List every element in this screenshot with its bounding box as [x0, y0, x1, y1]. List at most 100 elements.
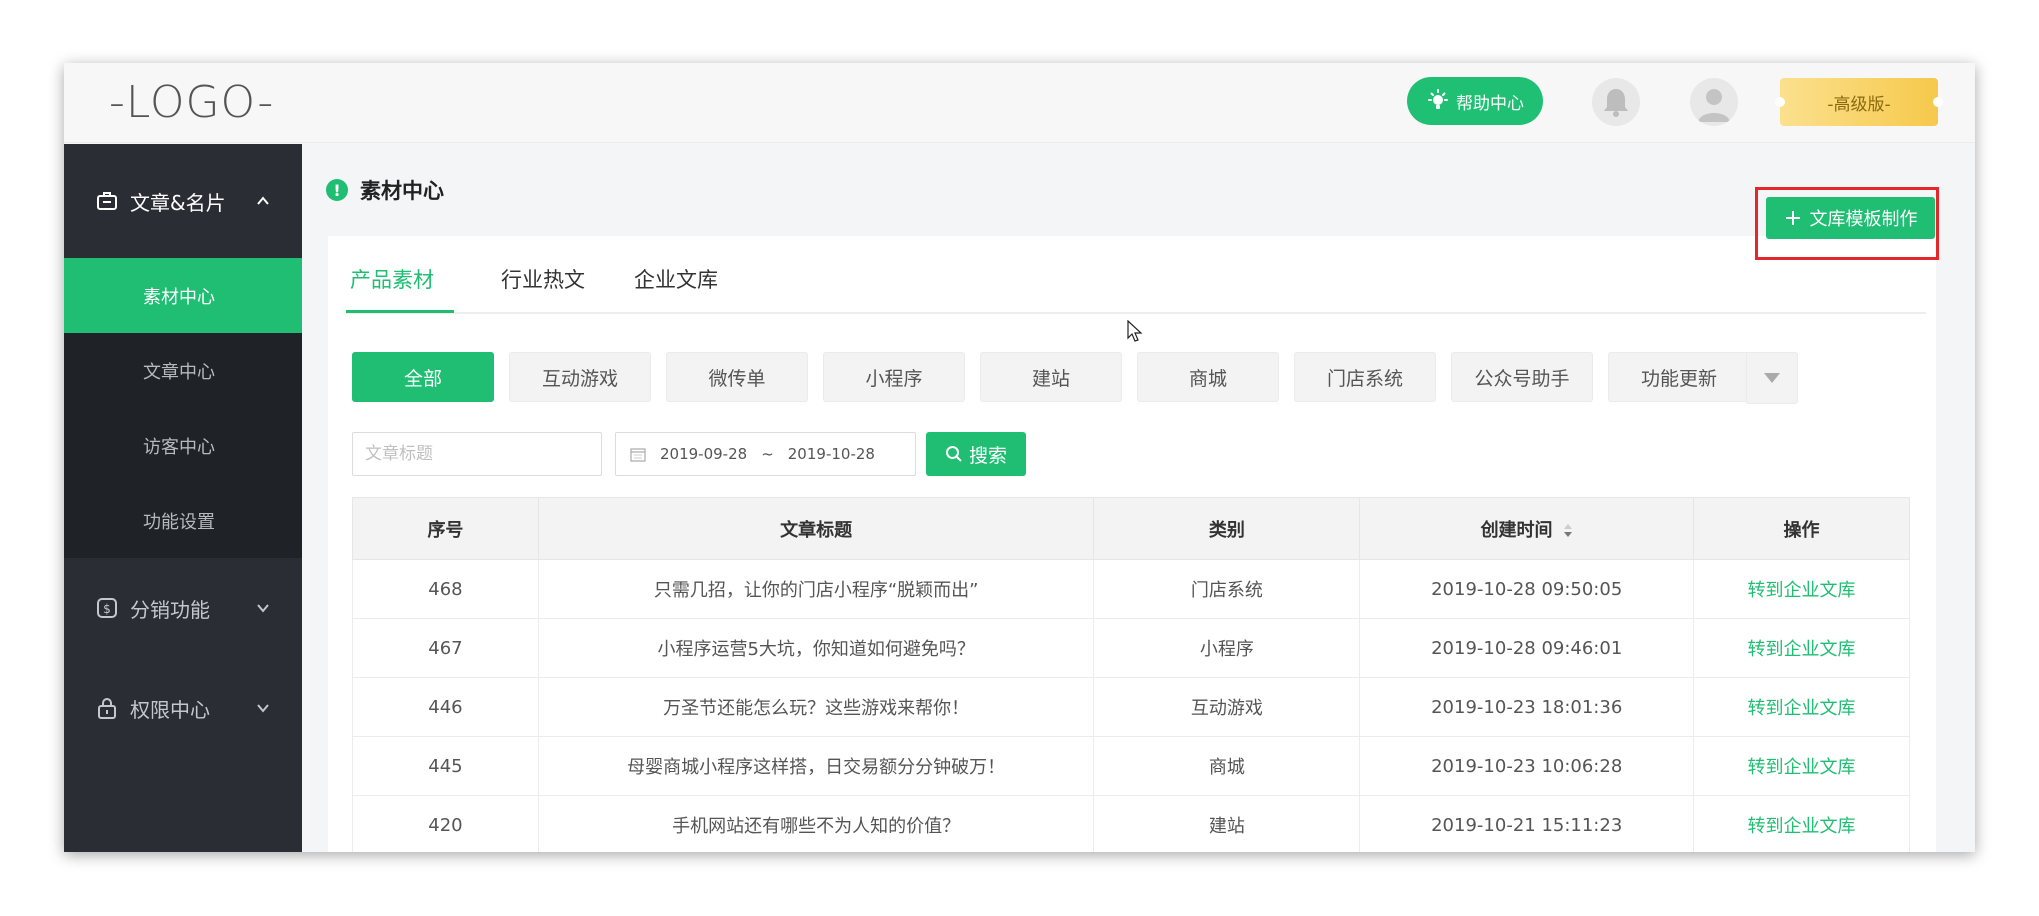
premium-label: -高级版- — [1827, 94, 1891, 115]
category-store-system[interactable]: 门店系统 — [1294, 352, 1436, 402]
table-header-row: 序号 文章标题 类别 创建时间 操作 — [352, 497, 1910, 560]
app-window: -LOGO- 帮助中心 -高级版- 文章&名片 素材中心 文章中心 访客中心 功… — [64, 63, 1975, 852]
help-center-label: 帮助中心 — [1456, 93, 1524, 114]
article-table: 序号 文章标题 类别 创建时间 操作 468 只需几招，让你的门店小程序“脱颖而… — [352, 497, 1910, 852]
cell-id: 420 — [352, 795, 539, 852]
move-to-library-link[interactable]: 转到企业文库 — [1693, 618, 1910, 678]
sidebar-group-label: 分销功能 — [130, 597, 210, 622]
column-header-id: 序号 — [352, 497, 539, 560]
cell-category: 门店系统 — [1093, 559, 1361, 619]
search-button-label: 搜索 — [968, 444, 1007, 467]
move-to-library-link[interactable]: 转到企业文库 — [1693, 736, 1910, 796]
help-center-button[interactable]: 帮助中心 — [1407, 77, 1543, 125]
category-mini-program[interactable]: 小程序 — [823, 352, 965, 402]
date-separator: ~ — [761, 445, 774, 463]
cell-category: 互动游戏 — [1093, 677, 1361, 737]
coin-icon: $ — [97, 598, 117, 618]
sidebar-group-articles[interactable]: 文章&名片 — [64, 144, 302, 258]
triangle-down-icon — [1764, 373, 1780, 383]
tab-bar: 产品素材 行业热文 企业文库 — [346, 236, 1926, 314]
move-to-library-link[interactable]: 转到企业文库 — [1693, 559, 1910, 619]
bell-icon — [1604, 89, 1628, 117]
cell-title: 只需几招，让你的门店小程序“脱颖而出” — [537, 559, 1095, 619]
cell-created: 2019-10-21 15:11:23 — [1359, 795, 1695, 852]
notification-button[interactable] — [1592, 78, 1640, 126]
sidebar-item-visitor-center[interactable]: 访客中心 — [64, 408, 302, 483]
chevron-down-icon — [257, 704, 269, 713]
cell-created: 2019-10-28 09:46:01 — [1359, 618, 1695, 678]
lock-icon — [98, 698, 116, 719]
category-updates[interactable]: 功能更新 — [1608, 352, 1750, 402]
info-icon: ! — [326, 179, 348, 201]
page-title-text: 素材中心 — [360, 179, 444, 203]
cell-id: 468 — [352, 559, 539, 619]
premium-badge[interactable]: -高级版- — [1775, 78, 1943, 126]
logo: -LOGO- — [109, 77, 275, 128]
sidebar-group-label: 权限中心 — [130, 697, 210, 722]
user-icon — [1698, 89, 1730, 122]
lightbulb-icon — [1428, 89, 1448, 109]
category-interactive-games[interactable]: 互动游戏 — [509, 352, 651, 402]
chevron-up-icon — [257, 196, 269, 205]
tab-industry-hot[interactable]: 行业热文 — [501, 264, 585, 294]
sidebar-item-article-center[interactable]: 文章中心 — [64, 333, 302, 408]
sidebar-group-distribution[interactable]: $ 分销功能 — [64, 558, 302, 658]
sidebar-item-material-center[interactable]: 素材中心 — [64, 258, 302, 333]
article-title-input[interactable] — [352, 432, 602, 476]
cell-created: 2019-10-28 09:50:05 — [1359, 559, 1695, 619]
cell-title: 手机网站还有哪些不为人知的价值？ — [537, 795, 1095, 852]
cell-title: 小程序运营5大坑，你知道如何避免吗？ — [537, 618, 1095, 678]
cell-created: 2019-10-23 18:01:36 — [1359, 677, 1695, 737]
category-filter: 全部 互动游戏 微传单 小程序 建站 商城 门店系统 公众号助手 功能更新 — [352, 352, 1750, 402]
cell-category: 建站 — [1093, 795, 1361, 852]
table-row: 420 手机网站还有哪些不为人知的价值？ 建站 2019-10-21 15:11… — [352, 795, 1910, 852]
cell-id: 445 — [352, 736, 539, 796]
create-template-button[interactable]: 文库模板制作 — [1766, 197, 1935, 239]
sidebar-item-settings[interactable]: 功能设置 — [64, 483, 302, 558]
sidebar-group-permissions[interactable]: 权限中心 — [64, 658, 302, 758]
table-row: 445 母婴商城小程序这样搭，日交易额分分钟破万！ 商城 2019-10-23 … — [352, 736, 1910, 796]
create-template-label: 文库模板制作 — [1809, 209, 1918, 230]
column-header-category: 类别 — [1093, 497, 1361, 560]
sidebar-item-label: 文章中心 — [143, 361, 215, 383]
chevron-down-icon — [257, 604, 269, 613]
table-row: 467 小程序运营5大坑，你知道如何避免吗？ 小程序 2019-10-28 09… — [352, 618, 1910, 678]
date-range-picker[interactable]: 2019-09-28 ~ 2019-10-28 — [615, 432, 916, 476]
column-header-title: 文章标题 — [537, 497, 1095, 560]
column-header-created[interactable]: 创建时间 — [1359, 497, 1695, 560]
move-to-library-link[interactable]: 转到企业文库 — [1693, 795, 1910, 852]
cell-title: 万圣节还能怎么玩？这些游戏来帮你！ — [537, 677, 1095, 737]
active-tab-indicator — [346, 310, 454, 313]
tab-product-material[interactable]: 产品素材 — [350, 264, 434, 294]
category-all[interactable]: 全部 — [352, 352, 494, 402]
category-site-building[interactable]: 建站 — [980, 352, 1122, 402]
user-avatar[interactable] — [1690, 78, 1738, 126]
page-title: ! 素材中心 — [326, 175, 444, 205]
mouse-cursor-icon — [1127, 320, 1143, 342]
category-more-button[interactable] — [1746, 352, 1798, 404]
sidebar-item-label: 功能设置 — [143, 511, 215, 533]
category-mall[interactable]: 商城 — [1137, 352, 1279, 402]
sidebar-item-label: 访客中心 — [143, 436, 215, 458]
calendar-icon — [630, 448, 646, 462]
search-button[interactable]: 搜索 — [926, 432, 1026, 476]
sidebar-submenu: 素材中心 文章中心 访客中心 功能设置 — [64, 258, 302, 558]
tab-enterprise-library[interactable]: 企业文库 — [634, 264, 718, 294]
plus-icon — [1785, 211, 1800, 225]
move-to-library-link[interactable]: 转到企业文库 — [1693, 677, 1910, 737]
category-micro-flyer[interactable]: 微传单 — [666, 352, 808, 402]
cell-category: 商城 — [1093, 736, 1361, 796]
top-bar: -LOGO- 帮助中心 -高级版- — [64, 63, 1975, 143]
column-header-action: 操作 — [1693, 497, 1910, 560]
table-row: 468 只需几招，让你的门店小程序“脱颖而出” 门店系统 2019-10-28 … — [352, 559, 1910, 619]
cell-category: 小程序 — [1093, 618, 1361, 678]
cell-created: 2019-10-23 10:06:28 — [1359, 736, 1695, 796]
cell-id: 446 — [352, 677, 539, 737]
category-official-account[interactable]: 公众号助手 — [1451, 352, 1593, 402]
sort-icon — [1563, 523, 1572, 537]
date-start: 2019-09-28 — [660, 445, 748, 463]
sidebar: 文章&名片 素材中心 文章中心 访客中心 功能设置 $ 分销功能 权限中心 — [64, 144, 302, 852]
cell-title: 母婴商城小程序这样搭，日交易额分分钟破万！ — [537, 736, 1095, 796]
date-end: 2019-10-28 — [787, 445, 875, 463]
cell-id: 467 — [352, 618, 539, 678]
